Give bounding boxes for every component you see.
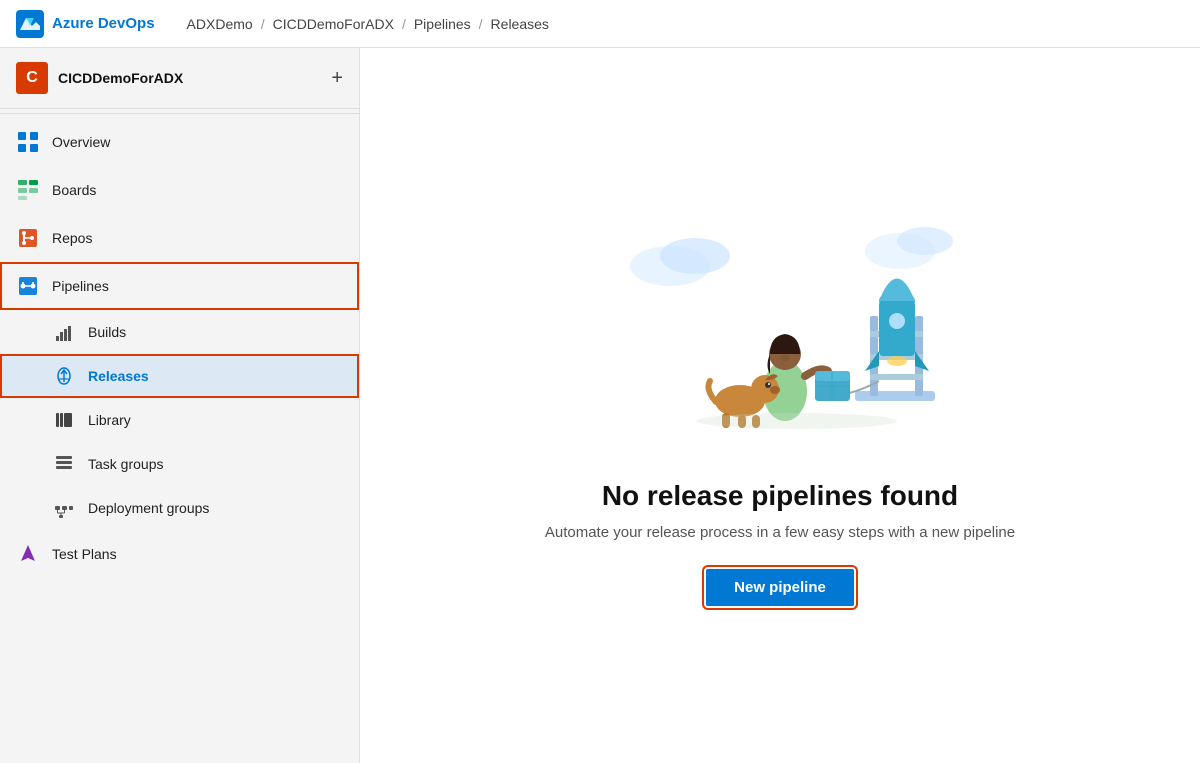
- project-name: CICDDemoForADX: [58, 70, 183, 86]
- boards-icon: [16, 178, 40, 202]
- sidebar-item-repos[interactable]: Repos: [0, 214, 359, 262]
- add-project-button[interactable]: +: [331, 67, 343, 90]
- sidebar-divider-top: [0, 113, 359, 114]
- empty-state-illustration: [590, 206, 970, 456]
- sidebar-item-test-plans-label: Test Plans: [52, 546, 117, 562]
- sidebar-item-deployment-groups[interactable]: Deployment groups: [0, 486, 359, 530]
- breadcrumb-sep-3: /: [479, 16, 483, 32]
- sidebar-item-task-groups[interactable]: Task groups: [0, 442, 359, 486]
- sidebar-item-pipelines[interactable]: Pipelines: [0, 262, 359, 310]
- sidebar-item-overview-label: Overview: [52, 134, 110, 150]
- sidebar-item-task-groups-label: Task groups: [88, 456, 163, 472]
- breadcrumb-cicd[interactable]: CICDDemoForADX: [273, 16, 394, 32]
- brand-label: Azure DevOps: [52, 15, 155, 32]
- empty-state: No release pipelines found Automate your…: [505, 166, 1055, 646]
- project-avatar: C: [16, 62, 48, 94]
- sidebar-item-overview[interactable]: Overview: [0, 118, 359, 166]
- sidebar-item-boards[interactable]: Boards: [0, 166, 359, 214]
- breadcrumb-pipelines[interactable]: Pipelines: [414, 16, 471, 32]
- sidebar: C CICDDemoForADX + Overview: [0, 48, 360, 763]
- sidebar-item-releases-label: Releases: [88, 368, 149, 384]
- breadcrumb-releases[interactable]: Releases: [491, 16, 549, 32]
- sidebar-item-library-label: Library: [88, 412, 131, 428]
- breadcrumb: ADXDemo / CICDDemoForADX / Pipelines / R…: [187, 16, 549, 32]
- pipelines-icon: [16, 274, 40, 298]
- builds-icon: [52, 320, 76, 344]
- repos-icon: [16, 226, 40, 250]
- sidebar-item-builds-label: Builds: [88, 324, 126, 340]
- topbar: Azure DevOps ADXDemo / CICDDemoForADX / …: [0, 0, 1200, 48]
- sidebar-item-builds[interactable]: Builds: [0, 310, 359, 354]
- breadcrumb-sep-1: /: [261, 16, 265, 32]
- deployment-groups-icon: [52, 496, 76, 520]
- empty-state-title: No release pipelines found: [602, 480, 958, 512]
- sidebar-item-library[interactable]: Library: [0, 398, 359, 442]
- main-content: No release pipelines found Automate your…: [360, 48, 1200, 763]
- sidebar-item-releases[interactable]: Releases: [0, 354, 359, 398]
- sidebar-item-pipelines-label: Pipelines: [52, 278, 109, 294]
- sidebar-item-boards-label: Boards: [52, 182, 96, 198]
- project-info: C CICDDemoForADX: [16, 62, 183, 94]
- azure-devops-logo[interactable]: Azure DevOps: [16, 10, 155, 38]
- overview-icon: [16, 130, 40, 154]
- breadcrumb-sep-2: /: [402, 16, 406, 32]
- test-plans-icon: [16, 542, 40, 566]
- library-icon: [52, 408, 76, 432]
- task-groups-icon: [52, 452, 76, 476]
- sidebar-header: C CICDDemoForADX +: [0, 48, 359, 109]
- sidebar-item-test-plans[interactable]: Test Plans: [0, 530, 359, 578]
- sidebar-item-repos-label: Repos: [52, 230, 92, 246]
- releases-icon: [52, 364, 76, 388]
- empty-state-subtitle: Automate your release process in a few e…: [545, 524, 1015, 541]
- new-pipeline-button[interactable]: New pipeline: [706, 569, 854, 606]
- sidebar-item-deployment-groups-label: Deployment groups: [88, 500, 209, 516]
- main-layout: C CICDDemoForADX + Overview: [0, 48, 1200, 763]
- breadcrumb-adxdemo[interactable]: ADXDemo: [187, 16, 253, 32]
